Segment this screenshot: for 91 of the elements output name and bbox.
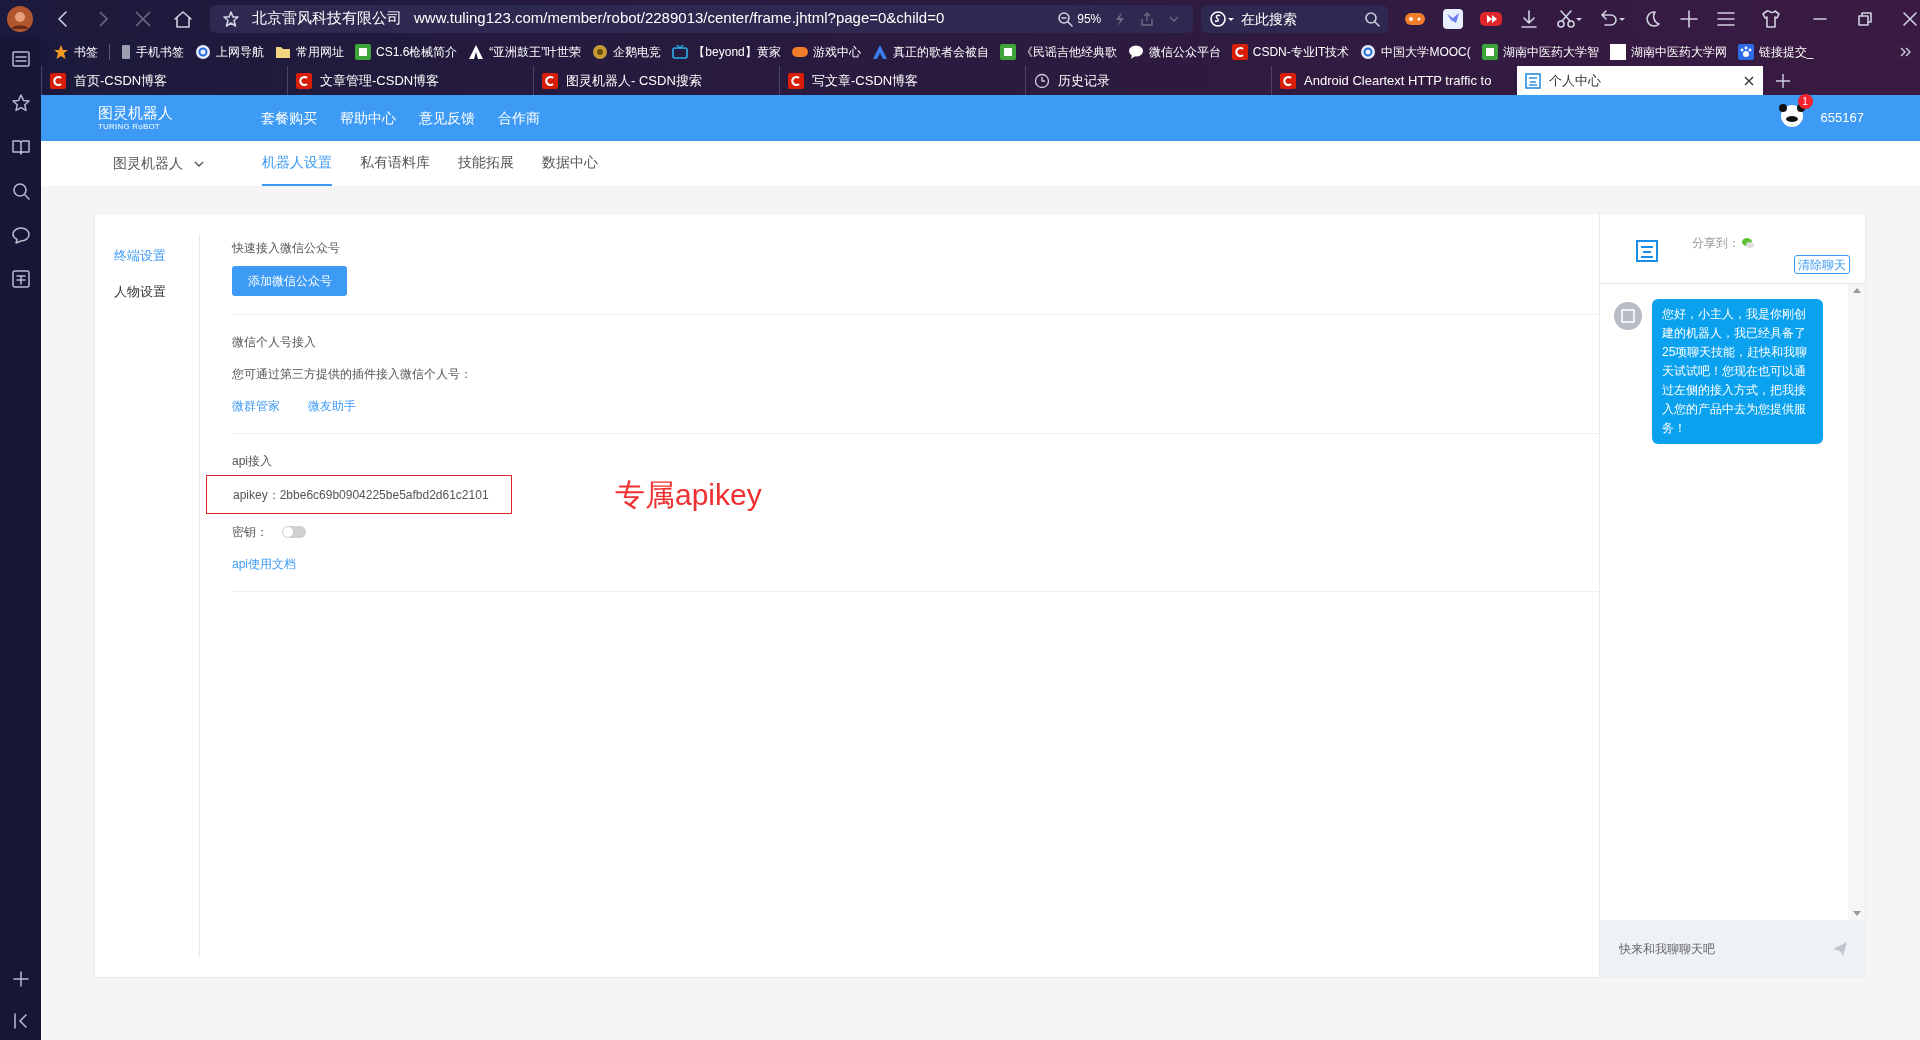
section-title: 微信个人号接入 bbox=[232, 334, 317, 351]
annotation-label: 专属apikey bbox=[615, 477, 762, 513]
collapse-icon[interactable] bbox=[11, 1012, 30, 1030]
secret-label: 密钥： bbox=[232, 524, 268, 541]
search-field[interactable]: 在此搜索 bbox=[1201, 4, 1388, 33]
folder-icon bbox=[275, 44, 291, 59]
robot-logo-icon bbox=[1635, 239, 1659, 263]
tv-icon bbox=[672, 43, 689, 60]
tent-icon bbox=[468, 43, 485, 60]
bookmark-item[interactable]: 【beyond】黄家 bbox=[672, 42, 781, 61]
c-logo-icon bbox=[788, 72, 804, 89]
bookmark-item[interactable]: 湖南中医药大学网 bbox=[1609, 42, 1727, 61]
subnav-tab[interactable]: 技能拓展 bbox=[458, 141, 514, 186]
undo-icon[interactable] bbox=[1599, 8, 1625, 29]
bookmark-item[interactable]: CS1.6枪械简介 bbox=[355, 42, 458, 61]
plus-icon[interactable] bbox=[1679, 8, 1699, 29]
app-icon bbox=[355, 43, 371, 60]
secret-toggle[interactable] bbox=[282, 526, 306, 538]
bookmark-item[interactable]: 微信公众平台 bbox=[1127, 42, 1221, 61]
bookmark-item[interactable]: 《民谣吉他经典歌 bbox=[999, 42, 1117, 61]
bot-avatar-icon bbox=[1614, 302, 1642, 330]
zoom-level[interactable]: 95% bbox=[1077, 9, 1102, 28]
book-icon[interactable] bbox=[10, 137, 31, 157]
c-logo-icon bbox=[542, 72, 558, 89]
apikey-text: apikey：2bbe6c69b0904225be5afbd2d61c2101 bbox=[206, 475, 512, 514]
bookmark-item[interactable]: 链接提交_ bbox=[1737, 42, 1814, 61]
page-icon bbox=[1609, 43, 1626, 60]
download-icon[interactable] bbox=[1519, 8, 1539, 29]
browser-tab[interactable]: 个人中心 bbox=[1517, 66, 1763, 95]
bookmark-item[interactable]: CSDN-专业IT技术 bbox=[1231, 42, 1350, 61]
c-logo-icon bbox=[50, 72, 66, 89]
reader-icon[interactable] bbox=[10, 49, 31, 69]
medal-icon bbox=[592, 43, 609, 60]
description-text: 您可通过第三方提供的插件接入微信个人号： bbox=[232, 366, 473, 383]
star-icon bbox=[222, 9, 240, 28]
search-icon[interactable] bbox=[10, 181, 31, 201]
section-title: 快速接入微信公众号 bbox=[232, 240, 341, 257]
shirt-icon[interactable] bbox=[1761, 8, 1781, 29]
scroll-up-icon bbox=[1852, 288, 1861, 293]
share-label: 分享到： bbox=[1692, 235, 1740, 252]
mountain-icon bbox=[871, 43, 888, 60]
zoom-icon bbox=[1057, 10, 1074, 27]
globe-icon bbox=[1360, 43, 1377, 60]
clock-icon bbox=[1034, 72, 1050, 89]
side-menu-item[interactable]: 人物设置 bbox=[114, 281, 199, 301]
bookmark-item[interactable]: 手机书签 bbox=[121, 42, 184, 61]
bookmark-item[interactable]: 企鹅电竞 bbox=[592, 42, 662, 61]
c-logo-icon bbox=[296, 72, 312, 89]
subnav-tab[interactable]: 数据中心 bbox=[542, 141, 598, 186]
bookmark-item[interactable]: 湖南中医药大学智 bbox=[1481, 42, 1599, 61]
bookmark-item[interactable]: 真正的歌者会被自 bbox=[871, 42, 989, 61]
chat-input[interactable]: 快来和我聊聊天吧 bbox=[1600, 920, 1865, 977]
new-tab-icon[interactable] bbox=[1775, 73, 1791, 89]
chat-icon[interactable] bbox=[10, 225, 31, 245]
scissors-icon[interactable] bbox=[1556, 8, 1582, 29]
gamepad-icon bbox=[791, 44, 808, 59]
bookmark-item[interactable]: 中国大学MOOC( bbox=[1360, 42, 1471, 61]
address-bar[interactable]: 北京雷风科技有限公司 www.tuling123.com/member/robot/2289013/center/frame.jhtml?page=0&child=0 95% bbox=[210, 4, 1194, 33]
search-engine-icon bbox=[1209, 9, 1236, 28]
site-name: 北京雷风科技有限公司 bbox=[252, 8, 402, 29]
profile-avatar-icon bbox=[6, 4, 34, 33]
section-title: api接入 bbox=[232, 453, 273, 470]
plus-icon[interactable] bbox=[11, 970, 30, 988]
paw-icon bbox=[1737, 43, 1754, 60]
c-logo-icon bbox=[1231, 43, 1248, 60]
chat-bubble: 您好，小主人，我是你刚创建的机器人，我已经具备了25项聊天技能，赶快和我聊天试试吧！您现在也可以通过左侧的接入方式，把我接入您的产品中去为您提供服务！ bbox=[1652, 299, 1823, 444]
phone-icon bbox=[121, 43, 131, 60]
scrollbar[interactable] bbox=[1848, 284, 1865, 920]
bookmark-item[interactable]: 上网导航 bbox=[195, 42, 264, 61]
close-icon[interactable] bbox=[1743, 74, 1755, 87]
video-play-icon[interactable] bbox=[1480, 9, 1502, 28]
bookmark-item[interactable]: 游戏中心 bbox=[791, 42, 861, 61]
site-logo-icon bbox=[1525, 72, 1541, 89]
chat-bubble-icon bbox=[1127, 43, 1144, 60]
star-icon[interactable] bbox=[10, 93, 31, 113]
bookmark-item[interactable]: “亚洲鼓王”叶世荣 bbox=[468, 42, 582, 61]
bookmark-item[interactable]: 常用网址 bbox=[275, 42, 344, 61]
search-icon[interactable] bbox=[1364, 10, 1380, 27]
share-icon bbox=[1139, 10, 1156, 27]
robot-dropdown[interactable]: 图灵机器人 bbox=[113, 141, 205, 186]
translate-icon[interactable] bbox=[10, 269, 31, 289]
url-text: www.tuling123.com/member/robot/2289013/center/frame.jhtml?page=0&child=0 bbox=[414, 8, 945, 29]
app-icon bbox=[999, 43, 1016, 60]
globe-icon bbox=[195, 43, 211, 60]
scroll-down-icon bbox=[1852, 911, 1861, 916]
bird-app-icon[interactable] bbox=[1443, 8, 1463, 29]
app-icon bbox=[1481, 43, 1498, 60]
bookmark-item[interactable]: 书签 bbox=[53, 42, 98, 61]
c-logo-icon bbox=[1280, 72, 1296, 89]
star-icon bbox=[53, 43, 69, 60]
subnav-tab[interactable]: 私有语料库 bbox=[360, 141, 430, 186]
